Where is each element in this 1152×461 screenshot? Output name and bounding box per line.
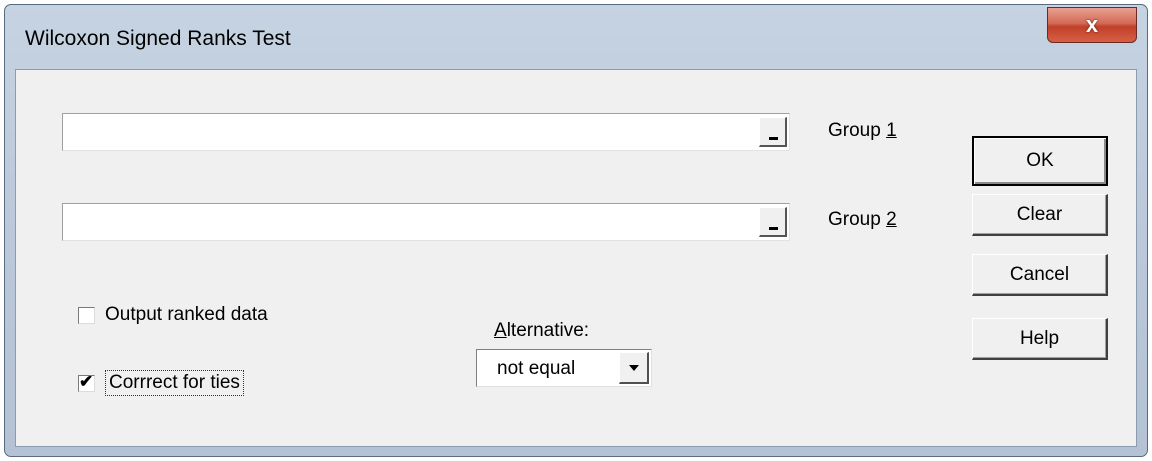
correct-ties-label: Corrrect for ties — [105, 370, 244, 396]
range-collapse-icon[interactable] — [759, 207, 787, 237]
close-icon: x — [1085, 12, 1099, 37]
correct-ties-checkbox[interactable]: ✔ — [78, 372, 95, 392]
group1-range-input[interactable] — [62, 113, 790, 151]
range-collapse-icon[interactable] — [759, 117, 787, 147]
correct-ties-option[interactable]: ✔ Corrrect for ties — [78, 370, 244, 396]
group1-label: Group 1 — [828, 120, 897, 141]
ok-button[interactable]: OK — [972, 136, 1108, 186]
clear-button[interactable]: Clear — [972, 194, 1108, 236]
alternative-label: Alternative: — [494, 320, 590, 341]
group2-label: Group 2 — [828, 209, 897, 230]
dialog-body: Group 1 Group 2 OK Clear Cancel Help Out… — [15, 69, 1137, 447]
title-bar[interactable]: Wilcoxon Signed Ranks Test x — [5, 5, 1147, 69]
output-ranked-option[interactable]: Output ranked data — [78, 304, 268, 326]
dialog-window: Wilcoxon Signed Ranks Test x Group 1 Gro… — [4, 4, 1148, 457]
checkmark-icon: ✔ — [79, 371, 94, 391]
close-button[interactable]: x — [1047, 7, 1137, 43]
window-title: Wilcoxon Signed Ranks Test — [25, 27, 291, 50]
alternative-select[interactable]: not equal — [476, 349, 652, 387]
chevron-down-icon[interactable] — [619, 352, 649, 384]
alternative-value: not equal — [497, 358, 576, 379]
output-ranked-checkbox[interactable] — [78, 306, 95, 324]
group2-range-input[interactable] — [62, 203, 790, 241]
output-ranked-label: Output ranked data — [105, 304, 268, 325]
help-button[interactable]: Help — [972, 318, 1108, 360]
cancel-button[interactable]: Cancel — [972, 254, 1108, 296]
